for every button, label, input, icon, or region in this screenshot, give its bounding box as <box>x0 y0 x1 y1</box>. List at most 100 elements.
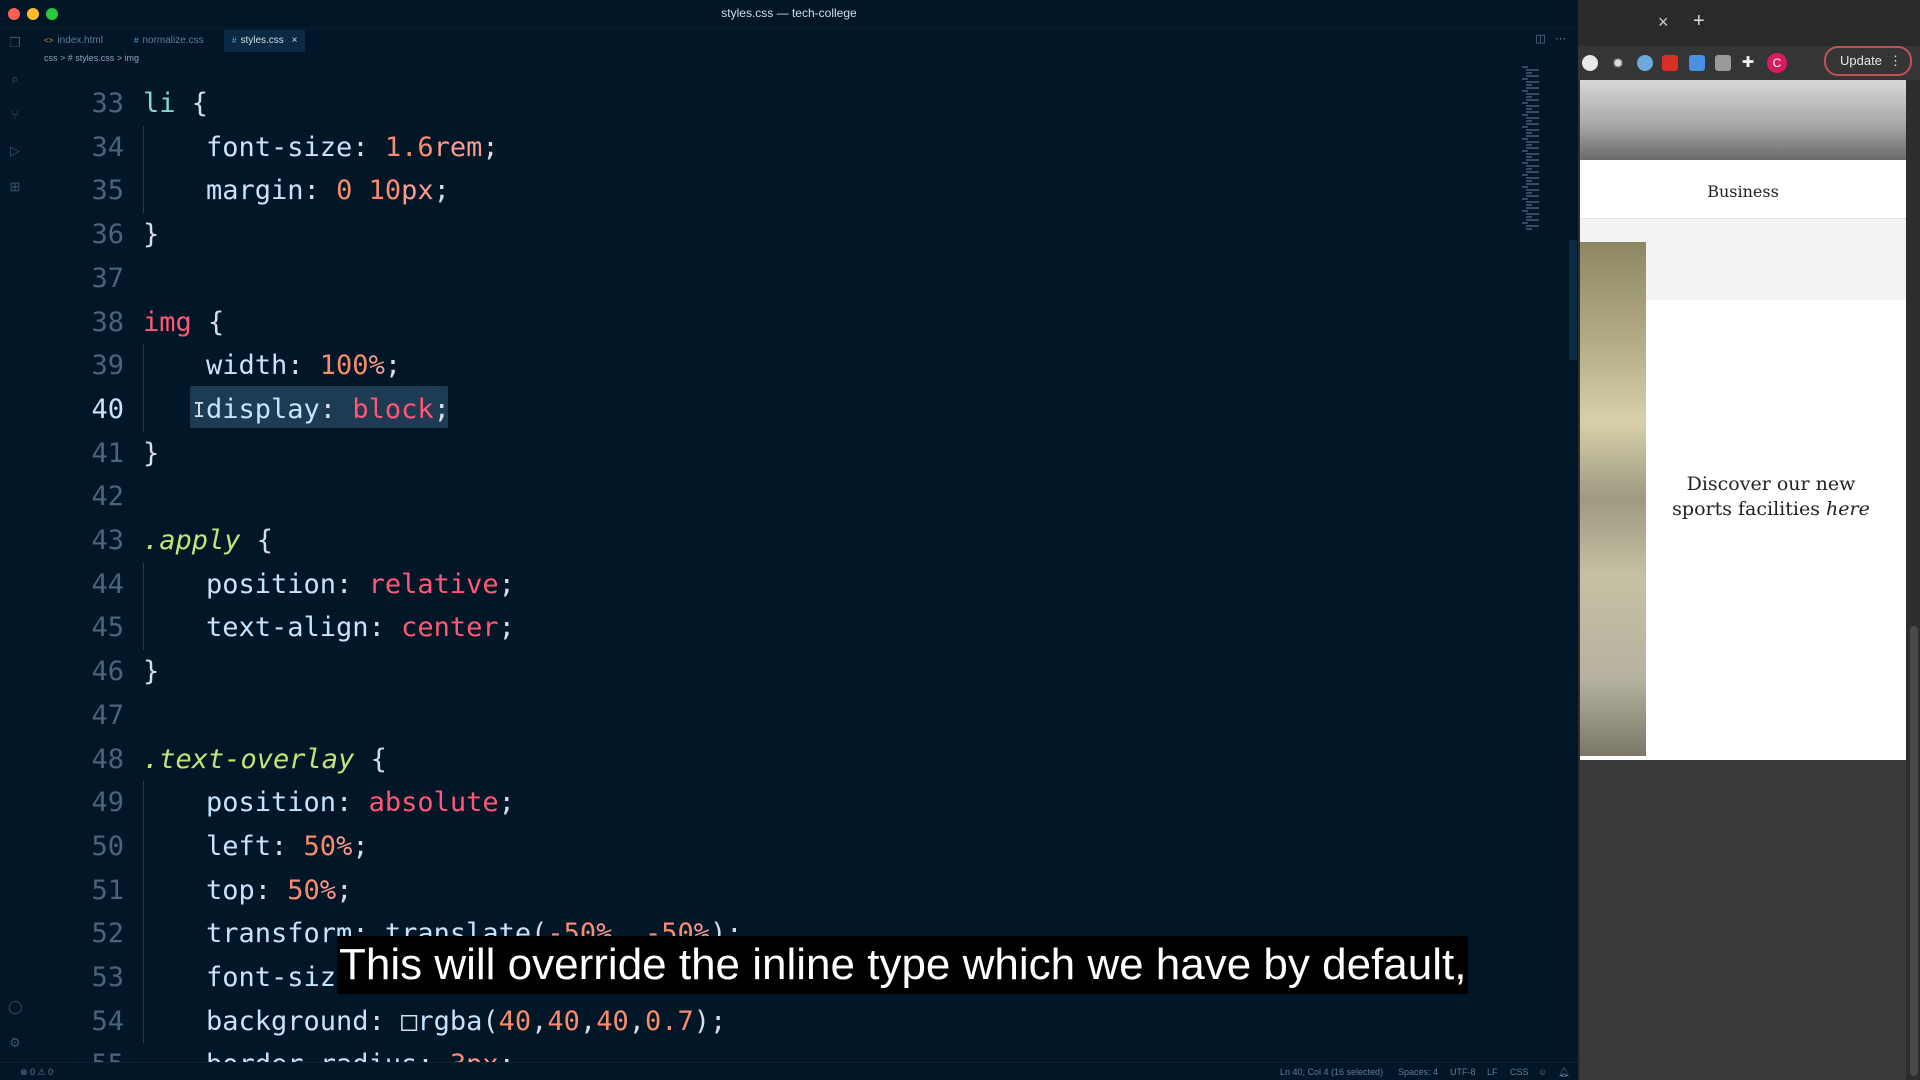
minimap-line <box>1526 75 1539 77</box>
minimap-line <box>1526 117 1539 119</box>
breadcrumb[interactable]: css > # styles.css > img <box>44 53 139 63</box>
tab-styles-css[interactable]: # styles.css × <box>224 30 306 52</box>
code-line[interactable]: 45 text-align: center; <box>0 606 1500 650</box>
minimap-line <box>1522 174 1528 176</box>
code-text: left: 50%; <box>206 830 369 862</box>
tab-index-html[interactable]: <> index.html <box>36 30 111 52</box>
tab-label: normalize.css <box>142 35 204 46</box>
sports-facilities-text: Discover our new sports facilities here <box>1666 472 1876 522</box>
minimap-line <box>1526 87 1539 89</box>
minimap-line <box>1522 102 1528 104</box>
eol-status[interactable]: LF <box>1487 1063 1498 1080</box>
code-line[interactable]: 49 position: absolute; <box>0 781 1500 825</box>
browser-tab-strip: × + <box>1578 0 1920 46</box>
minimap-line <box>1526 177 1539 179</box>
line-number: 36 <box>91 219 124 251</box>
settings-extension-icon[interactable]: ✹ <box>1610 55 1626 71</box>
code-line[interactable]: 48 .text-overlay { <box>0 738 1500 782</box>
minimap-line <box>1522 90 1528 92</box>
line-number: 38 <box>91 306 124 338</box>
browser-scrollbar[interactable] <box>1910 626 1918 1076</box>
new-tab-button[interactable]: + <box>1693 10 1705 33</box>
minimap-line <box>1526 159 1539 161</box>
minimap-line <box>1526 123 1539 125</box>
minimap-line <box>1526 99 1539 101</box>
web-page-viewport[interactable]: Business Discover our new sports facilit… <box>1580 80 1906 760</box>
update-label: Update <box>1840 53 1882 68</box>
code-text: margin: 0 10px; <box>206 175 450 207</box>
minimap-line <box>1526 69 1539 71</box>
editor-scrollbar[interactable] <box>1569 240 1577 360</box>
code-line[interactable]: 47 <box>0 694 1500 738</box>
code-line[interactable]: 35 margin: 0 10px; <box>0 169 1500 213</box>
code-line[interactable]: 42 <box>0 475 1500 519</box>
code-area[interactable]: 33 li {34 font-size: 1.6rem; 35 margin: 0 10… <box>0 82 1530 1080</box>
business-label: Business <box>1707 182 1779 201</box>
extension-icon[interactable] <box>1582 55 1598 71</box>
extension-icon[interactable] <box>1715 55 1731 71</box>
split-editor-icon[interactable]: ◫ <box>1535 33 1545 45</box>
line-number: 45 <box>91 612 124 644</box>
line-number: 40 <box>91 393 124 425</box>
code-line[interactable]: 33 li { <box>0 82 1500 126</box>
indentation-status[interactable]: Spaces: 4 <box>1398 1063 1438 1080</box>
minimap-line <box>1526 171 1539 173</box>
code-line[interactable]: 41} <box>0 432 1500 476</box>
cursor-position-status[interactable]: Ln 40, Col 4 (16 selected) <box>1280 1063 1383 1080</box>
code-line[interactable]: 40 display: block; <box>0 388 1500 432</box>
profile-avatar[interactable]: C <box>1767 53 1787 73</box>
editor-actions: ◫ ⋯ <box>1535 32 1566 45</box>
close-tab-icon[interactable]: × <box>1658 12 1669 33</box>
language-status[interactable]: CSS <box>1510 1063 1529 1080</box>
code-text: display: block; <box>206 393 450 425</box>
code-editor-window: styles.css — tech-college ❐ ⌕ ⑂ ▷ ⊞ ◯ ⚙ … <box>0 0 1579 1080</box>
minimap-line <box>1526 213 1539 215</box>
code-line[interactable]: 46} <box>0 650 1500 694</box>
problems-status[interactable]: ⊗ 0 ⚠ 0 <box>20 1063 53 1080</box>
code-line[interactable]: 34 font-size: 1.6rem; <box>0 126 1500 170</box>
code-text: background: □rgba(40,40,40,0.7); <box>206 1005 727 1037</box>
tab-normalize-css[interactable]: # normalize.css <box>126 30 212 52</box>
business-caption: Business <box>1580 160 1906 219</box>
extension-icon[interactable] <box>1662 55 1678 71</box>
code-line[interactable]: 51 top: 50%; <box>0 869 1500 913</box>
minimap-line <box>1526 168 1532 170</box>
line-number: 53 <box>91 962 124 993</box>
line-number: 51 <box>91 874 124 906</box>
menu-kebab-icon[interactable]: ⋮ <box>1889 48 1902 74</box>
line-number: 37 <box>91 262 124 294</box>
line-number: 43 <box>91 525 124 556</box>
editor-tab-bar: <> index.html # normalize.css # styles.css … <box>36 28 1578 52</box>
code-text: width: 100%; <box>206 350 402 382</box>
minimap[interactable] <box>1522 66 1566 236</box>
minimap-line <box>1522 138 1528 140</box>
update-button[interactable]: Update ⋮ <box>1824 46 1912 76</box>
video-subtitle: This will override the inline type which… <box>337 936 1469 994</box>
minimap-line <box>1526 216 1532 218</box>
close-tab-icon[interactable]: × <box>292 35 298 46</box>
code-text: } <box>143 219 160 251</box>
code-line[interactable]: 36} <box>0 213 1500 257</box>
feedback-icon[interactable]: ☺ <box>1538 1063 1547 1080</box>
code-text: img { <box>143 306 225 338</box>
encoding-status[interactable]: UTF-8 <box>1450 1063 1476 1080</box>
explorer-icon[interactable]: ❐ <box>8 36 22 50</box>
line-number: 35 <box>91 175 124 207</box>
minimap-line <box>1526 141 1539 143</box>
code-line[interactable]: 50 left: 50%; <box>0 825 1500 869</box>
more-actions-icon[interactable]: ⋯ <box>1555 33 1566 45</box>
sports-here-link[interactable]: here <box>1826 498 1870 520</box>
code-line[interactable]: 44 position: relative; <box>0 563 1500 607</box>
indent-guide <box>143 781 144 1044</box>
code-line[interactable]: 43 .apply { <box>0 519 1500 563</box>
code-line[interactable]: 39 width: 100%; <box>0 344 1500 388</box>
code-line[interactable]: 37 <box>0 257 1500 301</box>
extension-icon[interactable] <box>1637 55 1653 71</box>
minimap-line <box>1526 111 1539 113</box>
code-line[interactable]: 54 background: □rgba(40,40,40,0.7); <box>0 1000 1500 1044</box>
extension-icon[interactable] <box>1689 55 1705 71</box>
code-line[interactable]: 38 img { <box>0 301 1500 345</box>
minimap-line <box>1526 108 1532 110</box>
notifications-bell-icon[interactable]: 🔔︎ <box>1558 1063 1569 1080</box>
puzzle-extensions-icon[interactable]: ✚ <box>1740 55 1756 71</box>
